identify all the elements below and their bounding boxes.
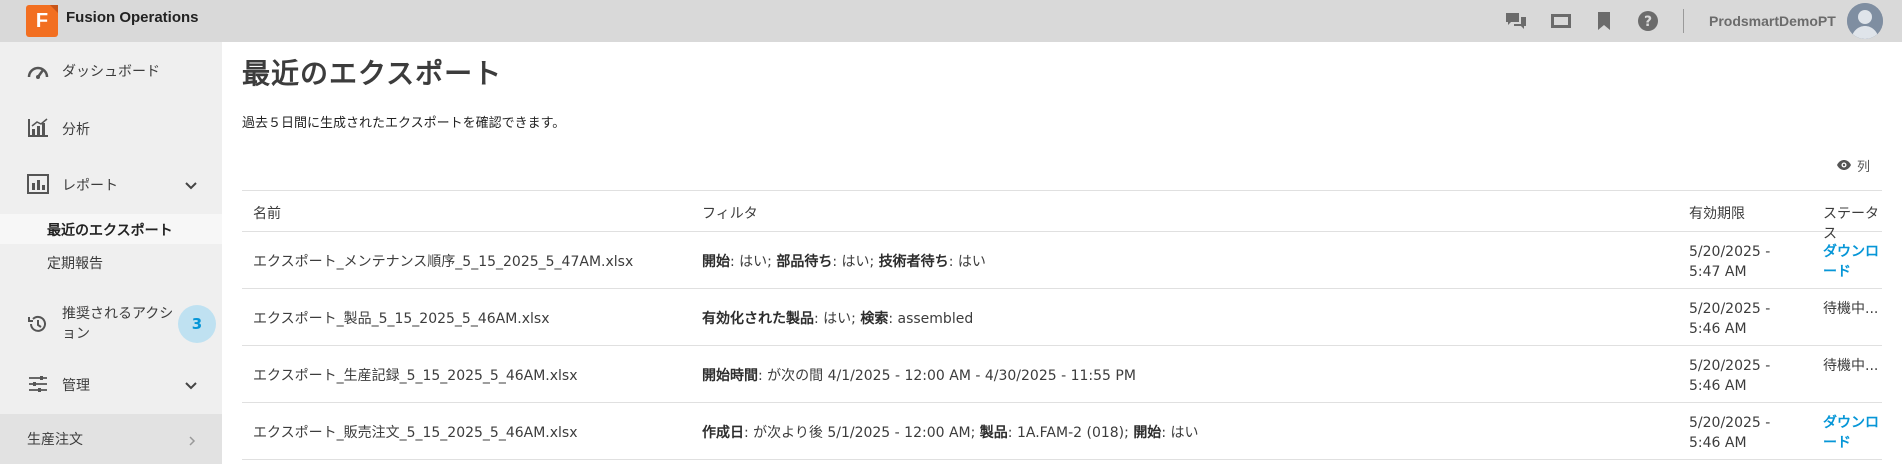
filter-value: : はい; — [814, 311, 861, 327]
sidebar-item-label: 管理 — [62, 378, 90, 394]
bookmark-icon[interactable] — [1592, 9, 1616, 33]
help-icon[interactable]: ? — [1636, 9, 1660, 33]
chevron-down-icon — [184, 378, 198, 392]
analytics-icon — [26, 116, 50, 140]
topbar-divider — [1683, 9, 1684, 33]
table-row: エクスポート_製品_5_15_2025_5_46AM.xlsx 有効化された製品:… — [242, 289, 1882, 346]
page-title: 最近のエクスポート — [242, 57, 503, 90]
export-file-name: エクスポート_メンテナンス順序_5_15_2025_5_47AM.xlsx — [253, 254, 634, 270]
columns-button-label: 列 — [1857, 159, 1871, 175]
filter-value: : が次の間 4/1/2025 - 12:00 AM - 4/30/2025 -… — [758, 368, 1136, 384]
table-header: 名前 フィルタ 有効期限 ステータス — [242, 190, 1882, 242]
sidebar-item-label: ダッシュボード — [62, 64, 160, 80]
sidebar-item-label: 生産注文 — [27, 432, 83, 448]
filter-key: 技術者待ち — [878, 254, 949, 270]
filter-key: 開始 — [1133, 425, 1162, 441]
sidebar-item-analytics[interactable]: 分析 — [0, 106, 222, 150]
filter-key: 有効化された製品 — [702, 311, 814, 327]
expiry-date: 5/20/2025 - 5:47 AM — [1689, 244, 1771, 280]
export-filters: 作成日: が次より後 5/1/2025 - 12:00 AM; 製品: 1A.F… — [702, 422, 1198, 442]
export-file-name: エクスポート_販売注文_5_15_2025_5_46AM.xlsx — [253, 425, 578, 441]
table-row: エクスポート_生産記録_5_15_2025_5_46AM.xlsx 開始時間: が… — [242, 346, 1882, 403]
expiry-date: 5/20/2025 - 5:46 AM — [1689, 301, 1771, 337]
export-filters: 開始: はい; 部品待ち: はい; 技術者待ち: はい — [702, 251, 986, 271]
page-description: 過去５日間に生成されたエクスポートを確認できます。 — [242, 116, 566, 131]
sidebar-item-production-orders[interactable]: 生産注文 — [0, 414, 222, 464]
filter-key: 開始 — [702, 254, 730, 270]
sidebar-subitem-scheduled-reports[interactable]: 定期報告 — [0, 247, 222, 277]
chat-icon[interactable] — [1504, 9, 1528, 33]
history-icon — [26, 312, 50, 336]
filter-value: : はい — [1161, 425, 1199, 441]
sidebar-item-dashboard[interactable]: ダッシュボード — [0, 48, 222, 92]
sidebar-item-recommended-actions[interactable]: 推奨されるアクション 3 — [0, 292, 222, 356]
export-file-name: エクスポート_製品_5_15_2025_5_46AM.xlsx — [253, 311, 550, 327]
sidebar: ダッシュボード 分析 レポート 最近のエクスポート 定期報告 推奨されるアクショ… — [0, 42, 222, 464]
filter-value: : 1A.FAM-2 (018); — [1007, 425, 1134, 441]
report-icon — [26, 172, 50, 196]
status-text: 待機中... — [1823, 301, 1879, 317]
eye-icon — [1837, 160, 1851, 170]
column-header-filter[interactable]: フィルタ — [702, 203, 758, 223]
chevron-right-icon — [186, 432, 200, 446]
table-row: エクスポート_販売注文_5_15_2025_5_46AM.xlsx 作成日: が次… — [242, 403, 1882, 460]
export-filters: 開始時間: が次の間 4/1/2025 - 12:00 AM - 4/30/20… — [702, 365, 1136, 385]
slides-icon[interactable] — [1549, 9, 1573, 33]
sidebar-subitem-label: 定期報告 — [47, 256, 103, 272]
status-text: 待機中... — [1823, 358, 1879, 374]
sidebar-item-label: レポート — [62, 178, 118, 194]
sidebar-subitem-label: 最近のエクスポート — [47, 223, 173, 239]
expiry-date: 5/20/2025 - 5:46 AM — [1689, 358, 1771, 394]
sidebar-item-label: 分析 — [62, 122, 90, 138]
avatar[interactable] — [1847, 3, 1883, 39]
sidebar-subitem-recent-exports[interactable]: 最近のエクスポート — [0, 214, 222, 244]
user-name[interactable]: ProdsmartDemoPT — [1709, 0, 1836, 42]
table-row: エクスポート_メンテナンス順序_5_15_2025_5_47AM.xlsx 開始:… — [242, 232, 1882, 289]
column-header-name[interactable]: 名前 — [253, 203, 281, 223]
download-link[interactable]: ダウンロード — [1823, 413, 1889, 453]
fusion-logo[interactable]: F — [26, 5, 58, 37]
filter-key: 作成日 — [702, 425, 744, 441]
filter-value: : が次より後 5/1/2025 - 12:00 AM; — [744, 425, 980, 441]
export-file-name: エクスポート_生産記録_5_15_2025_5_46AM.xlsx — [253, 368, 578, 384]
app-title[interactable]: Fusion Operations — [66, 0, 199, 36]
sidebar-item-label: 推奨されるアクション — [62, 306, 174, 342]
download-link[interactable]: ダウンロード — [1823, 242, 1889, 282]
top-bar: F Fusion Operations ? ProdsmartDemoPT — [0, 0, 1902, 42]
filter-value: : assembled — [888, 311, 974, 327]
columns-button[interactable]: 列 — [1836, 155, 1870, 175]
notification-badge: 3 — [178, 305, 216, 343]
filter-value: : はい; — [832, 254, 879, 270]
export-filters: 有効化された製品: はい; 検索: assembled — [702, 308, 973, 328]
svg-text:?: ? — [1644, 14, 1652, 30]
column-header-expiry[interactable]: 有効期限 — [1689, 203, 1745, 223]
filter-value: : はい — [948, 254, 986, 270]
sidebar-item-admin[interactable]: 管理 — [0, 362, 222, 406]
main-content: 最近のエクスポート 過去５日間に生成されたエクスポートを確認できます。 列 名前… — [222, 42, 1902, 464]
sidebar-item-reports[interactable]: レポート — [0, 162, 222, 206]
sliders-icon — [26, 372, 50, 396]
filter-key: 部品待ち — [776, 254, 833, 270]
filter-key: 検索 — [860, 311, 889, 327]
filter-value: : はい; — [730, 254, 777, 270]
dashboard-icon — [26, 58, 50, 82]
chevron-down-icon — [184, 178, 198, 192]
filter-key: 開始時間 — [702, 368, 758, 384]
filter-key: 製品 — [979, 425, 1008, 441]
expiry-date: 5/20/2025 - 5:46 AM — [1689, 415, 1771, 451]
